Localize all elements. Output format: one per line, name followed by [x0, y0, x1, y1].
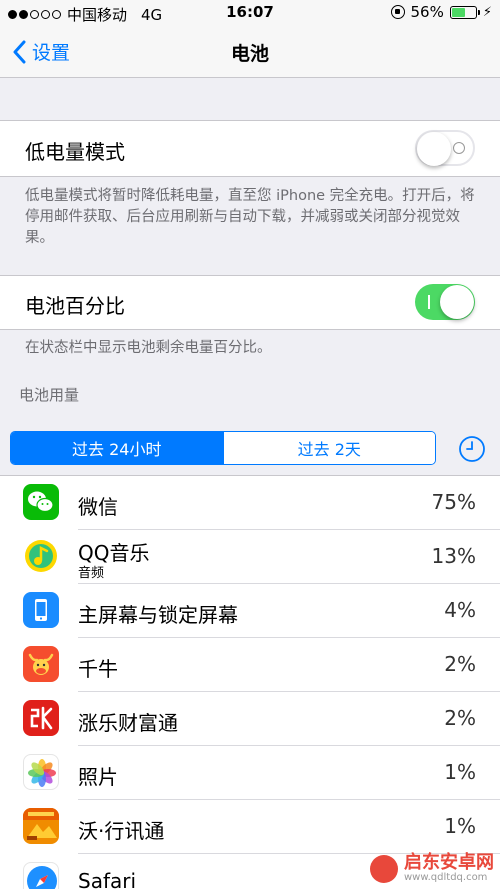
app-row-qq-music[interactable]: QQ音乐 音频 13%: [0, 530, 500, 584]
safari-icon: [23, 862, 59, 889]
battery-percentage-label: 电池百分比: [25, 294, 125, 318]
app-percent: 1%: [444, 814, 476, 838]
low-power-mode-toggle[interactable]: [415, 130, 475, 166]
wo-xingxuntong-icon: [23, 808, 59, 844]
app-percent: 13%: [431, 544, 476, 568]
photos-icon: [23, 754, 59, 790]
app-percent: 1%: [444, 760, 476, 784]
app-name: 涨乐财富通: [78, 711, 178, 735]
app-row-wo-xingxuntong[interactable]: 沃·行讯通 1%: [0, 800, 500, 854]
app-percent: 4%: [444, 598, 476, 622]
watermark-url: www.qdltdq.com: [404, 872, 488, 883]
app-name: Safari: [78, 869, 137, 889]
battery-percentage-row: 电池百分比: [0, 275, 500, 330]
qq-music-icon: [23, 538, 59, 574]
app-row-qianniu[interactable]: 千牛 2%: [0, 638, 500, 692]
navigation-bar: 设置 电池: [0, 26, 500, 78]
app-percent: 2%: [444, 706, 476, 730]
usage-period-bar: 过去 24小时 过去 2天: [0, 421, 500, 475]
app-subtitle: 音频: [78, 566, 105, 581]
app-row-zhangle[interactable]: 涨乐财富通 2%: [0, 692, 500, 746]
watermark-logo-icon: [370, 854, 398, 883]
app-percent: 2%: [444, 652, 476, 676]
segment-last-24-hours[interactable]: 过去 24小时: [11, 432, 223, 464]
wechat-icon: [23, 484, 59, 520]
low-power-mode-row: 低电量模式: [0, 120, 500, 177]
status-bar: 中国移动 4G 16:07 56% ⚡: [0, 0, 500, 26]
app-name: 沃·行讯通: [78, 819, 165, 843]
usage-period-segmented-control: 过去 24小时 过去 2天: [10, 431, 436, 465]
watermark-text: 启东安卓网: [404, 852, 494, 873]
battery-icon: [449, 5, 480, 19]
segment-last-2-days[interactable]: 过去 2天: [222, 432, 435, 464]
app-row-wechat[interactable]: 微信 75%: [0, 476, 500, 530]
app-name: 千牛: [78, 657, 118, 681]
clock-icon[interactable]: [458, 435, 486, 463]
app-row-home-lock-screen[interactable]: 主屏幕与锁定屏幕 4%: [0, 584, 500, 638]
app-name: 微信: [78, 495, 118, 519]
app-usage-list: 微信 75% QQ音乐 音频 13% 主屏幕与锁定屏幕 4% 千牛 2% 涨乐财…: [0, 475, 500, 889]
battery-percentage-toggle[interactable]: [415, 284, 475, 320]
app-name: 照片: [78, 765, 118, 789]
battery-usage-header: 电池用量: [19, 386, 80, 404]
app-name: 主屏幕与锁定屏幕: [78, 603, 238, 627]
home-lock-screen-icon: [23, 592, 59, 628]
orientation-lock-icon: [390, 5, 405, 19]
battery-percent: 56%: [410, 3, 444, 21]
watermark: 启东安卓网 www.qdltdq.com: [370, 854, 494, 883]
app-row-photos[interactable]: 照片 1%: [0, 746, 500, 800]
zhangle-icon: [23, 700, 59, 736]
battery-percentage-footnote: 在状态栏中显示电池剩余电量百分比。: [25, 340, 272, 356]
page-title: 电池: [230, 43, 269, 65]
qianniu-icon: [23, 646, 59, 682]
low-power-mode-footnote: 低电量模式将暂时降低耗电量，直至您 iPhone 完全充电。打开后，将停用邮件获…: [25, 188, 475, 246]
charging-icon: ⚡: [482, 4, 492, 20]
app-percent: 75%: [431, 490, 476, 514]
low-power-mode-label: 低电量模式: [25, 140, 125, 164]
